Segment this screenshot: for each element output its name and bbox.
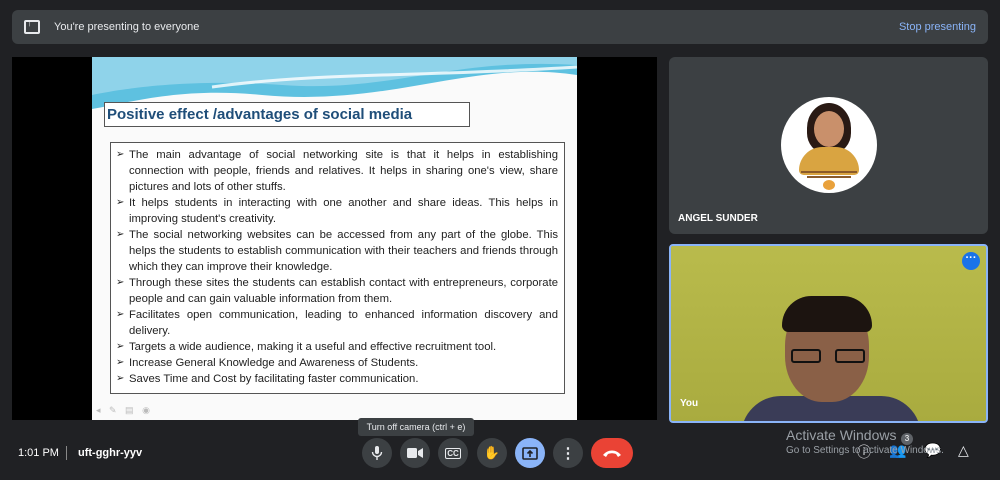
- camera-button[interactable]: [400, 438, 430, 468]
- bullet-item: Through these sites the students can est…: [116, 275, 558, 307]
- bullet-item: Saves Time and Cost by facilitating fast…: [116, 371, 558, 387]
- more-options-button[interactable]: ⋮: [553, 438, 583, 468]
- participant-name: You: [680, 398, 699, 409]
- bullet-item: The main advantage of social networking …: [116, 147, 558, 195]
- participant-tile-self[interactable]: ··· You: [669, 244, 988, 423]
- hang-up-icon: [603, 450, 621, 457]
- present-now-button[interactable]: [515, 438, 545, 468]
- presentation-stage: Positive effect /advantages of social me…: [12, 57, 657, 420]
- activate-windows-subtitle: Go to Settings to activate Windows.: [786, 445, 944, 456]
- bullet-item: Targets a wide audience, making it a use…: [116, 339, 558, 355]
- bullet-item: The social networking websites can be ac…: [116, 227, 558, 275]
- activities-icon[interactable]: △: [958, 442, 969, 459]
- bullet-item: Facilitates open communication, leading …: [116, 307, 558, 339]
- slide-bullet-box: The main advantage of social networking …: [110, 142, 565, 394]
- meeting-code: uft-gghr-yyv: [78, 447, 143, 459]
- leave-call-button[interactable]: [591, 438, 633, 468]
- avatar: [781, 97, 877, 193]
- slide: Positive effect /advantages of social me…: [92, 57, 577, 420]
- institution-logo-icon: [823, 180, 835, 190]
- divider: [66, 446, 67, 460]
- slide-title: Positive effect /advantages of social me…: [104, 102, 470, 127]
- present-to-all-icon: [24, 18, 40, 34]
- avatar-logo-line: [807, 176, 851, 178]
- raise-hand-icon: ✋: [483, 445, 501, 460]
- presenting-banner: You're presenting to everyone Stop prese…: [12, 10, 988, 44]
- participant-tile-angel[interactable]: ANGEL SUNDER: [669, 57, 988, 234]
- bullet-list: The main advantage of social networking …: [116, 147, 558, 387]
- bullet-item: It helps students in interacting with on…: [116, 195, 558, 227]
- slide-tools-icons[interactable]: ◂ ✎ ▤ ◉: [96, 405, 153, 416]
- self-video-person-hair: [782, 296, 872, 332]
- stop-presenting-button[interactable]: Stop presenting: [899, 21, 976, 33]
- meeting-time: 1:01 PM: [18, 447, 59, 459]
- self-video-glasses: [791, 349, 865, 363]
- avatar-face: [814, 111, 844, 147]
- present-icon: [522, 446, 538, 460]
- more-options-icon[interactable]: ···: [962, 252, 980, 270]
- raise-hand-button[interactable]: ✋: [477, 438, 507, 468]
- presenting-message: You're presenting to everyone: [54, 21, 200, 33]
- captions-button[interactable]: CC: [438, 438, 468, 468]
- mic-button[interactable]: [362, 438, 392, 468]
- more-vert-icon: ⋮: [560, 445, 576, 462]
- participant-name: ANGEL SUNDER: [678, 213, 758, 224]
- activate-windows-title: Activate Windows: [786, 427, 897, 443]
- camera-icon: [407, 448, 423, 458]
- mic-icon: [371, 446, 383, 460]
- bullet-item: Increase General Knowledge and Awareness…: [116, 355, 558, 371]
- captions-icon: CC: [445, 447, 461, 459]
- people-count-badge: 3: [901, 433, 913, 445]
- avatar-logo-line: [801, 171, 857, 173]
